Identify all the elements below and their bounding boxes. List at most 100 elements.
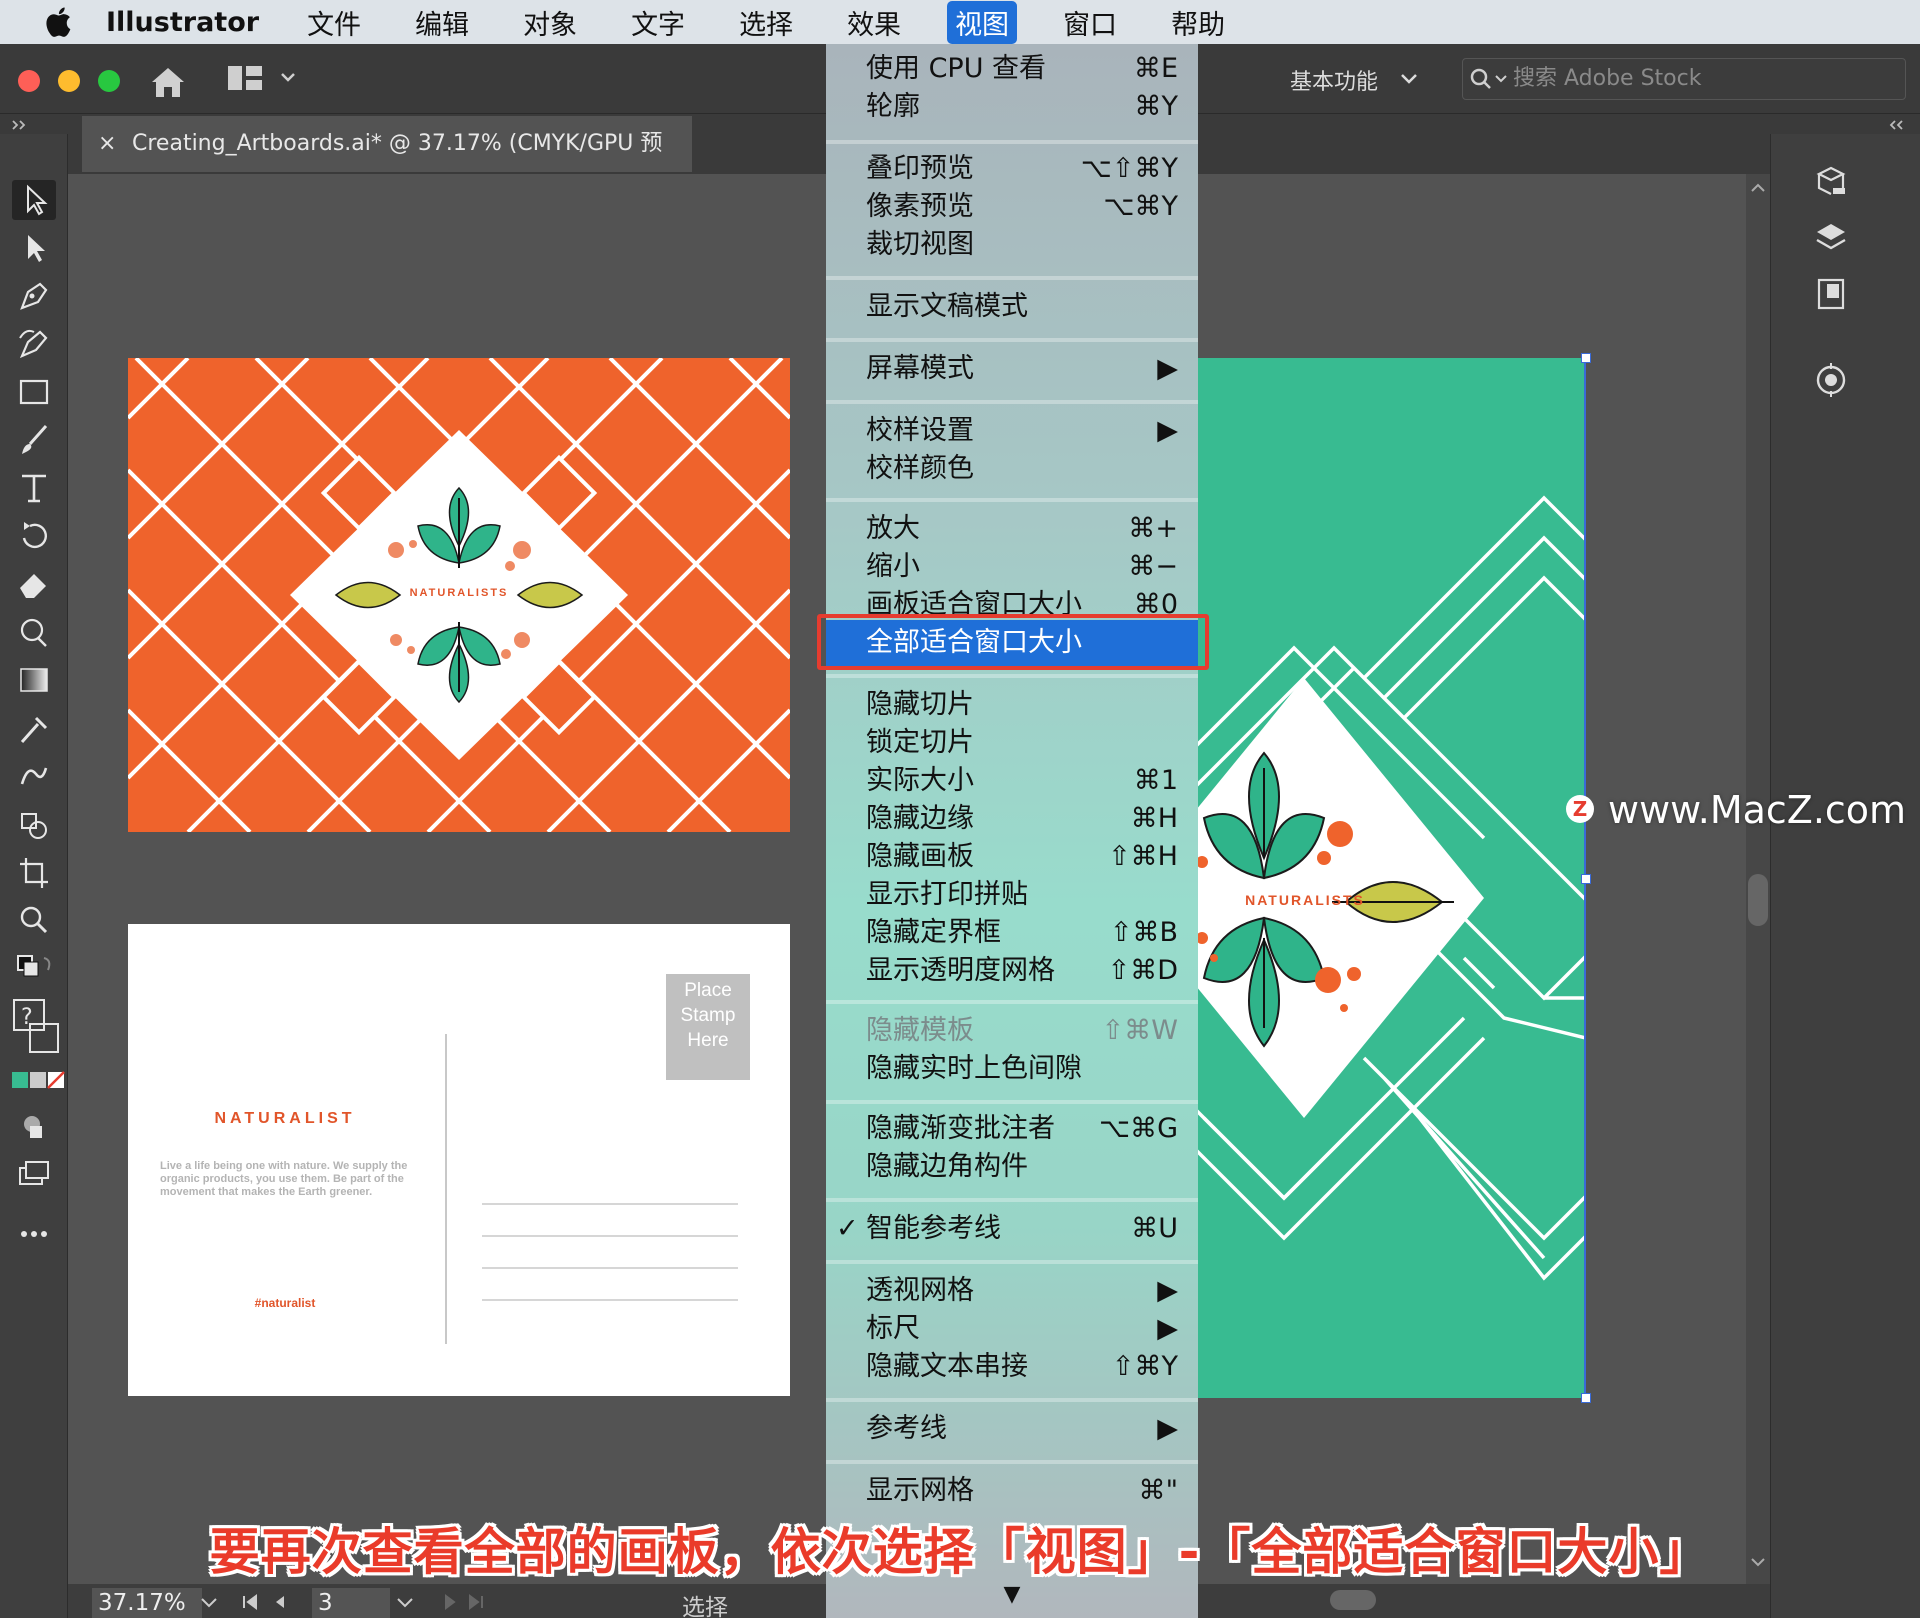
libraries-icon[interactable]: [1811, 164, 1851, 204]
apple-icon[interactable]: [42, 4, 78, 40]
menu-item-smart-guides[interactable]: ✓ 智能参考线 ⌘U: [826, 1210, 1198, 1248]
page-dropdown-icon[interactable]: [396, 1596, 414, 1610]
screen-mode-tool[interactable]: [12, 1154, 56, 1194]
paintbrush-tool[interactable]: [12, 420, 56, 460]
menu-item-hide-gradient-annotator[interactable]: 隐藏渐变批注者 ⌥⌘G: [826, 1110, 1198, 1148]
menu-item-zoom-out[interactable]: 缩小 ⌘−: [826, 548, 1198, 586]
artboard-green-poster[interactable]: NATURALISTS: [1184, 358, 1586, 1398]
menu-item-hide-bounding-box[interactable]: 隐藏定界框 ⇧⌘B: [826, 914, 1198, 952]
menu-item-guides[interactable]: 参考线 ▶: [826, 1410, 1198, 1448]
menu-item-outline[interactable]: 轮廓 ⌘Y: [826, 88, 1198, 126]
menu-item-screen-mode[interactable]: 屏幕模式 ▶: [826, 350, 1198, 388]
fill-stroke-indicator[interactable]: ?: [12, 996, 59, 1066]
stock-search-input[interactable]: 搜索 Adobe Stock: [1462, 58, 1906, 100]
menu-help[interactable]: 帮助: [1163, 1, 1233, 44]
artboard-tool[interactable]: [12, 852, 56, 892]
menu-item-pixel-preview[interactable]: 像素预览 ⌥⌘Y: [826, 188, 1198, 226]
shape-builder-tool[interactable]: [12, 804, 56, 844]
menu-item-cpu-view[interactable]: 使用 CPU 查看 ⌘E: [826, 50, 1198, 88]
width-tool[interactable]: [12, 612, 56, 652]
type-tool[interactable]: [12, 468, 56, 508]
rotate-tool[interactable]: [12, 516, 56, 556]
menu-select[interactable]: 选择: [731, 1, 801, 44]
close-tab-icon[interactable]: ×: [98, 116, 116, 172]
menu-type[interactable]: 文字: [623, 1, 693, 44]
layers-icon[interactable]: [1811, 218, 1851, 258]
menu-item-hide-slices[interactable]: 隐藏切片: [826, 686, 1198, 724]
submenu-arrow-icon: ▶: [1157, 353, 1178, 384]
home-icon[interactable]: [148, 64, 188, 100]
menu-item-trim-view[interactable]: 裁切视图: [826, 226, 1198, 264]
menu-item-proof-setup[interactable]: 校样设置 ▶: [826, 412, 1198, 450]
menu-item-show-print-tiling[interactable]: 显示打印拼贴: [826, 876, 1198, 914]
menu-item-perspective-grid[interactable]: 透视网格 ▶: [826, 1272, 1198, 1310]
selection-handle[interactable]: [1581, 353, 1591, 363]
selection-handle[interactable]: [1581, 1393, 1591, 1403]
scroll-thumb[interactable]: [1748, 874, 1768, 926]
menu-item-overprint-preview[interactable]: 叠印预览 ⌥⇧⌘Y: [826, 150, 1198, 188]
menu-item-show-transparency-grid[interactable]: 显示透明度网格 ⇧⌘D: [826, 952, 1198, 990]
menu-item-label: 显示打印拼贴: [866, 879, 1028, 910]
properties-icon[interactable]: [1811, 360, 1851, 400]
workspace-switcher[interactable]: 基本功能: [1290, 64, 1378, 96]
close-window-button[interactable]: [18, 70, 40, 92]
eraser-tool[interactable]: [12, 564, 56, 604]
menu-item-hide-text-threads[interactable]: 隐藏文本串接 ⇧⌘Y: [826, 1348, 1198, 1386]
selection-tool[interactable]: [12, 180, 56, 220]
menu-scroll-down-icon[interactable]: ▼: [826, 1582, 1198, 1607]
edit-toolbar-button[interactable]: [12, 1214, 56, 1254]
artboards-panel-icon[interactable]: [1811, 274, 1851, 314]
collapse-panels-icon[interactable]: [1888, 118, 1908, 132]
chevron-down-icon[interactable]: [1400, 72, 1418, 86]
menu-item-hide-live-paint-gaps[interactable]: 隐藏实时上色间隙: [826, 1050, 1198, 1088]
eyedropper-tool[interactable]: [12, 708, 56, 748]
scroll-up-icon[interactable]: [1750, 182, 1766, 194]
arrange-documents-icon[interactable]: [226, 64, 296, 94]
artboard-navigation-icons[interactable]: [240, 1592, 306, 1612]
zoom-level-field[interactable]: 37.17%: [92, 1588, 202, 1618]
zoom-window-button[interactable]: [98, 70, 120, 92]
gradient-tool[interactable]: [12, 660, 56, 700]
zoom-dropdown-icon[interactable]: [200, 1596, 218, 1610]
menu-item-presentation-mode[interactable]: 显示文稿模式: [826, 288, 1198, 326]
artboard-number-field[interactable]: 3: [312, 1588, 390, 1618]
app-name[interactable]: Illustrator: [106, 7, 259, 38]
menu-item-hide-corner-widget[interactable]: 隐藏边角构件: [826, 1148, 1198, 1186]
menu-item-label: 裁切视图: [866, 229, 974, 260]
menu-item-hide-artboards[interactable]: 隐藏画板 ⇧⌘H: [826, 838, 1198, 876]
menu-item-actual-size[interactable]: 实际大小 ⌘1: [826, 762, 1198, 800]
menu-item-show-grid[interactable]: 显示网格 ⌘": [826, 1472, 1198, 1510]
document-tab[interactable]: × Creating_Artboards.ai* @ 37.17% (CMYK/…: [82, 116, 692, 212]
vertical-scrollbar[interactable]: [1746, 174, 1770, 1584]
draw-mode-tool[interactable]: [12, 1106, 56, 1146]
next-artboard-icons[interactable]: [440, 1592, 490, 1612]
menu-item-proof-colors[interactable]: 校样颜色: [826, 450, 1198, 488]
direct-selection-tool[interactable]: [12, 228, 56, 268]
menu-item-rulers[interactable]: 标尺 ▶: [826, 1310, 1198, 1348]
fill-stroke-swap[interactable]: [12, 948, 56, 988]
minimize-window-button[interactable]: [58, 70, 80, 92]
menu-item-lock-slices[interactable]: 锁定切片: [826, 724, 1198, 762]
color-mode-buttons[interactable]: [12, 1066, 65, 1106]
menu-window[interactable]: 窗口: [1055, 1, 1125, 44]
screen-mode-icon: [19, 1161, 49, 1185]
menu-file[interactable]: 文件: [299, 1, 369, 44]
menu-effect[interactable]: 效果: [839, 1, 909, 44]
green-brand-text: NATURALISTS: [1245, 892, 1365, 908]
horizontal-scroll-thumb[interactable]: [1330, 1590, 1376, 1610]
menu-item-hide-edges[interactable]: 隐藏边缘 ⌘H: [826, 800, 1198, 838]
rectangle-tool[interactable]: [12, 372, 56, 412]
expand-panels-icon[interactable]: [10, 118, 30, 132]
menu-object[interactable]: 对象: [515, 1, 585, 44]
artboard-postcard-back[interactable]: Place Stamp Here NATURALIST Live a life …: [128, 924, 790, 1396]
menu-view[interactable]: 视图: [947, 0, 1018, 44]
selection-handle[interactable]: [1581, 874, 1591, 884]
curvature-tool[interactable]: [12, 324, 56, 364]
menu-item-fit-artboard[interactable]: 画板适合窗口大小 ⌘0: [826, 586, 1198, 616]
puppet-warp-tool[interactable]: [12, 756, 56, 796]
artboard-orange-front[interactable]: NATURALISTS: [128, 358, 790, 832]
zoom-tool[interactable]: [12, 900, 56, 940]
pen-tool[interactable]: [12, 276, 56, 316]
menu-edit[interactable]: 编辑: [407, 1, 477, 44]
menu-item-zoom-in[interactable]: 放大 ⌘+: [826, 510, 1198, 548]
